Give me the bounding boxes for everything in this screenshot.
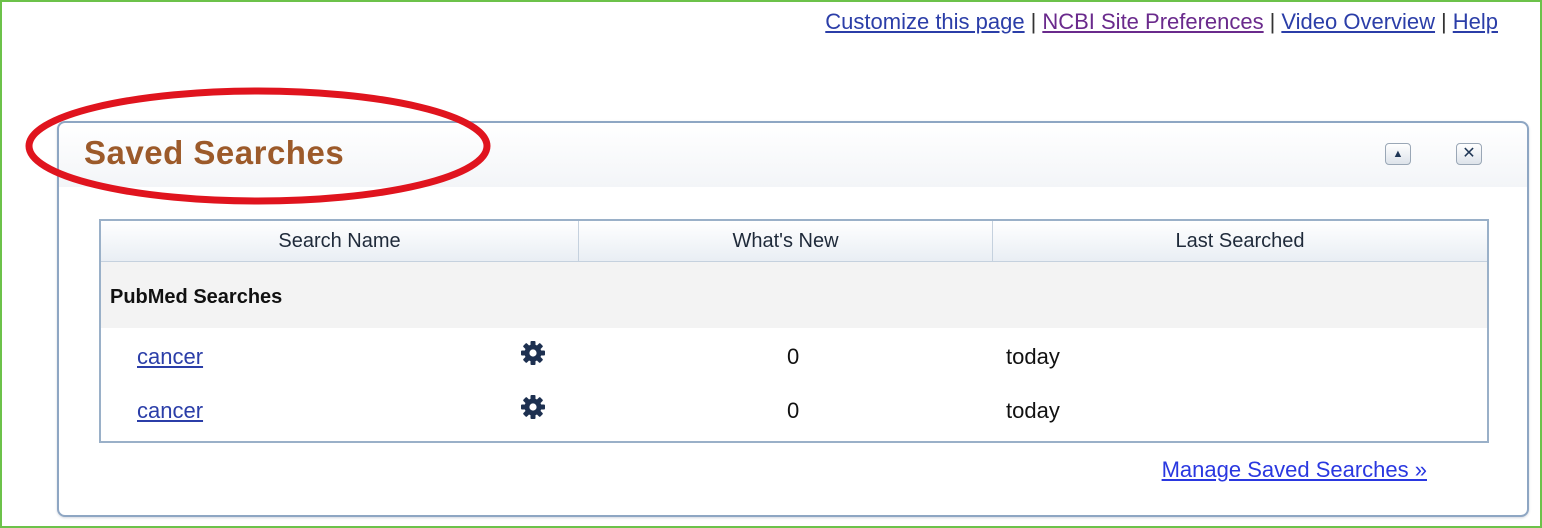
customize-page-link[interactable]: Customize this page xyxy=(825,9,1024,34)
last-searched-value: today xyxy=(1006,344,1060,369)
whats-new-count: 0 xyxy=(787,344,800,369)
link-separator: | xyxy=(1441,9,1447,34)
portlet-header: Saved Searches ▲ ✕ xyxy=(59,123,1527,187)
column-header-last-searched: Last Searched xyxy=(1175,229,1305,252)
search-name-link[interactable]: cancer xyxy=(137,344,203,370)
manage-saved-searches-link[interactable]: Manage Saved Searches » xyxy=(1162,457,1427,483)
whats-new-count: 0 xyxy=(787,398,800,423)
link-separator: | xyxy=(1269,9,1276,34)
saved-searches-table: Search Name What's New Last Searched Pub… xyxy=(99,219,1489,443)
triangle-up-icon: ▲ xyxy=(1392,147,1404,160)
table-row: cancer 0 today xyxy=(101,382,1487,436)
table-header: Search Name What's New Last Searched xyxy=(101,221,1487,262)
last-searched-value: today xyxy=(1006,398,1060,423)
close-icon: ✕ xyxy=(1462,145,1476,162)
portlet-title: Saved Searches xyxy=(84,134,345,171)
group-row-pubmed: PubMed Searches xyxy=(101,262,1487,328)
video-overview-link[interactable]: Video Overview xyxy=(1281,9,1435,34)
collapse-button[interactable]: ▲ xyxy=(1385,143,1411,165)
group-label: PubMed Searches xyxy=(110,286,283,308)
close-button[interactable]: ✕ xyxy=(1456,143,1482,165)
saved-searches-portlet: Saved Searches ▲ ✕ Search Name What's Ne… xyxy=(57,121,1529,517)
search-name-link[interactable]: cancer xyxy=(137,398,203,424)
ncbi-site-preferences-link[interactable]: NCBI Site Preferences xyxy=(1042,9,1263,34)
link-separator: | xyxy=(1030,9,1037,34)
column-header-search-name: Search Name xyxy=(101,221,579,261)
gear-icon[interactable] xyxy=(520,340,546,366)
gear-icon[interactable] xyxy=(520,394,546,420)
table-row: cancer 0 today xyxy=(101,328,1487,382)
help-link[interactable]: Help xyxy=(1453,9,1498,34)
column-header-whats-new: What's New xyxy=(579,221,993,261)
top-links-bar: Customize this page | NCBI Site Preference… xyxy=(825,9,1498,35)
